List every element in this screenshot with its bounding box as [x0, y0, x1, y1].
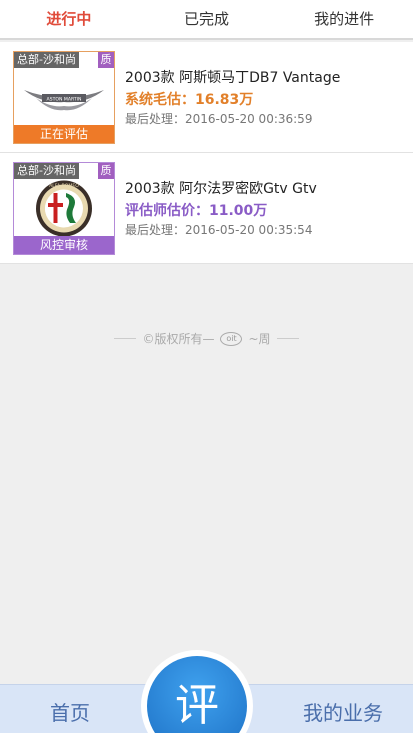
aston-martin-logo-icon: ASTON MARTIN	[24, 90, 104, 111]
evaluate-label: 评	[147, 656, 247, 733]
quality-badge: 质	[98, 52, 114, 68]
car-thumbnail: ASTON MARTIN 总部-沙和尚 质 正在评估	[13, 51, 115, 144]
last-processed-time: 最后处理：2016-05-20 00:35:54	[125, 223, 313, 237]
tab-in-progress[interactable]: 进行中	[0, 0, 138, 38]
car-title: 2003款 阿斯顿马丁DB7 Vantage	[125, 70, 341, 86]
tab-my-submissions[interactable]: 我的进件	[275, 0, 413, 38]
branch-label: 总部-沙和尚	[14, 163, 79, 179]
nav-my-business[interactable]: 我的业务	[303, 697, 383, 726]
evaluation-list: ASTON MARTIN 总部-沙和尚 质 正在评估 2003款 阿斯顿马丁DB…	[0, 42, 413, 264]
svg-text:ASTON MARTIN: ASTON MARTIN	[47, 97, 82, 103]
divider	[114, 338, 137, 339]
copyright: ©版权所有— oit ~周	[0, 330, 413, 347]
status-tabs: 进行中 已完成 我的进件	[0, 0, 413, 40]
car-title: 2003款 阿尔法罗密欧Gtv Gtv	[125, 181, 317, 197]
divider	[276, 338, 299, 339]
car-thumbnail: ALFA ROMEO 总部-沙和尚 质 风控审核	[13, 162, 115, 255]
list-item[interactable]: ALFA ROMEO 总部-沙和尚 质 风控审核 2003款 阿尔法罗密欧Gtv…	[0, 153, 413, 264]
list-item[interactable]: ASTON MARTIN 总部-沙和尚 质 正在评估 2003款 阿斯顿马丁DB…	[0, 42, 413, 153]
brand-mark-icon: oit	[220, 331, 243, 346]
nav-home[interactable]: 首页	[50, 697, 90, 726]
price-estimate: 评估师估价：11.00万	[125, 203, 268, 219]
last-processed-time: 最后处理：2016-05-20 00:36:59	[125, 112, 313, 126]
status-badge: 风控审核	[14, 236, 114, 254]
copyright-text-end: ~周	[248, 332, 271, 346]
branch-label: 总部-沙和尚	[14, 52, 79, 68]
status-badge: 正在评估	[14, 125, 114, 143]
quality-badge: 质	[98, 163, 114, 179]
alfa-romeo-logo-icon: ALFA ROMEO	[36, 180, 92, 237]
price-estimate: 系统毛估：16.83万	[125, 92, 254, 108]
tab-completed[interactable]: 已完成	[138, 0, 276, 38]
svg-text:ALFA ROMEO: ALFA ROMEO	[49, 183, 79, 189]
evaluate-button[interactable]: 评	[141, 650, 253, 733]
copyright-text-start: ©版权所有—	[142, 332, 215, 346]
